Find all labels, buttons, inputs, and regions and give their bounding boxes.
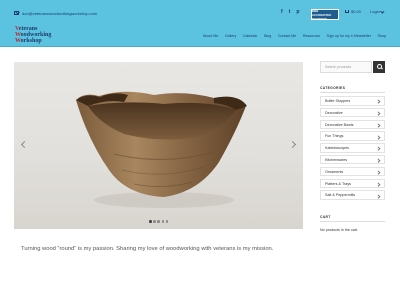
category-decorative-bowls[interactable]: Decorative Bowls (320, 119, 385, 130)
chevron-right-icon (376, 111, 381, 116)
slider-dot[interactable] (157, 220, 160, 223)
cart-total: $0.00 (351, 9, 362, 14)
chevron-right-icon (376, 170, 381, 175)
mission-tagline: Turning wood “round” is my passion. Shar… (21, 246, 274, 252)
search-input[interactable] (320, 61, 372, 73)
main-nav: About Me Gallery Calendar Blog Contact M… (203, 34, 386, 38)
bbb-badge[interactable]: BBB ACCREDITED BUSINESS (311, 8, 339, 21)
product-search (320, 61, 385, 73)
slider-dot[interactable] (153, 220, 156, 223)
slider-dot[interactable] (149, 220, 152, 223)
social-links: f t p (281, 9, 299, 16)
logo-line-3: Workshop (15, 38, 42, 45)
cart-total-link[interactable]: $0.00 (345, 9, 361, 14)
header-divider (0, 46, 400, 48)
chevron-right-icon (376, 135, 381, 139)
chevron-right-icon (376, 194, 381, 198)
facebook-icon[interactable]: f (281, 9, 283, 16)
categories-title: CATEGORIES (320, 86, 346, 90)
nav-item-gallery[interactable]: Gallery (225, 34, 236, 38)
slider-dot[interactable] (165, 220, 169, 223)
category-kaleidoscopes[interactable]: Kaleidoscopes (320, 143, 385, 153)
email-text[interactable]: don@veteranswoodworkingworkshop.com (22, 11, 97, 16)
contact-email[interactable]: don@veteranswoodworkingworkshop.com (14, 8, 97, 18)
cart-title: CART (320, 215, 331, 219)
search-icon (376, 64, 382, 69)
chevron-right-icon (376, 123, 381, 127)
bbb-badge-text: BBB ACCREDITED BUSINESS (312, 8, 332, 21)
category-list: Bottle Stoppers Decorative Decorative Bo… (320, 96, 385, 202)
slider-dots (149, 220, 169, 223)
cart-divider (320, 221, 385, 222)
search-button[interactable] (373, 61, 385, 73)
category-bottle-stoppers[interactable]: Bottle Stoppers (320, 96, 385, 106)
hero-slider[interactable] (14, 62, 303, 229)
site-header: Veterans Woodworking Workshop About Me G… (0, 26, 400, 46)
mail-icon (14, 11, 19, 15)
nav-item-contact-me[interactable]: Contact Me (278, 34, 296, 38)
cart-icon (345, 10, 349, 13)
chevron-down-icon (380, 9, 385, 13)
category-salt-peppermills[interactable]: Salt & Peppermills (320, 190, 385, 200)
category-fun-things[interactable]: Fun Things (320, 131, 385, 141)
nav-item-newsletter[interactable]: Sign up for my e-Newsletter (327, 34, 371, 38)
wooden-bowl-image (76, 91, 247, 208)
nav-item-calendar[interactable]: Calendar (243, 34, 258, 38)
category-kitchenwares[interactable]: Kitchenwares (320, 154, 385, 165)
top-bar: don@veteranswoodworkingworkshop.com f t … (0, 0, 400, 26)
site-logo[interactable]: Veterans Woodworking Workshop (15, 26, 75, 46)
login-label: Login (370, 9, 380, 14)
cart-empty-message: No products in the cart. (320, 228, 359, 232)
chevron-right-icon (376, 146, 381, 151)
login-menu[interactable]: Login (370, 9, 385, 14)
category-decorative[interactable]: Decorative (320, 107, 385, 118)
nav-item-resources[interactable]: Resources (303, 34, 320, 38)
categories-divider (320, 92, 385, 93)
nav-item-blog[interactable]: Blog (264, 34, 271, 38)
nav-item-about-me[interactable]: About Me (203, 34, 218, 38)
chevron-right-icon (376, 158, 381, 163)
chevron-right-icon (376, 182, 381, 186)
nav-item-shop[interactable]: Shop (378, 34, 386, 38)
chevron-right-icon (376, 99, 381, 104)
twitter-icon[interactable]: t (289, 9, 291, 16)
slider-dot[interactable] (161, 220, 165, 223)
pinterest-icon[interactable]: p (296, 9, 299, 16)
category-ornaments[interactable]: Ornaments (320, 166, 385, 177)
category-platters-trays[interactable]: Platters & Trays (320, 178, 385, 189)
